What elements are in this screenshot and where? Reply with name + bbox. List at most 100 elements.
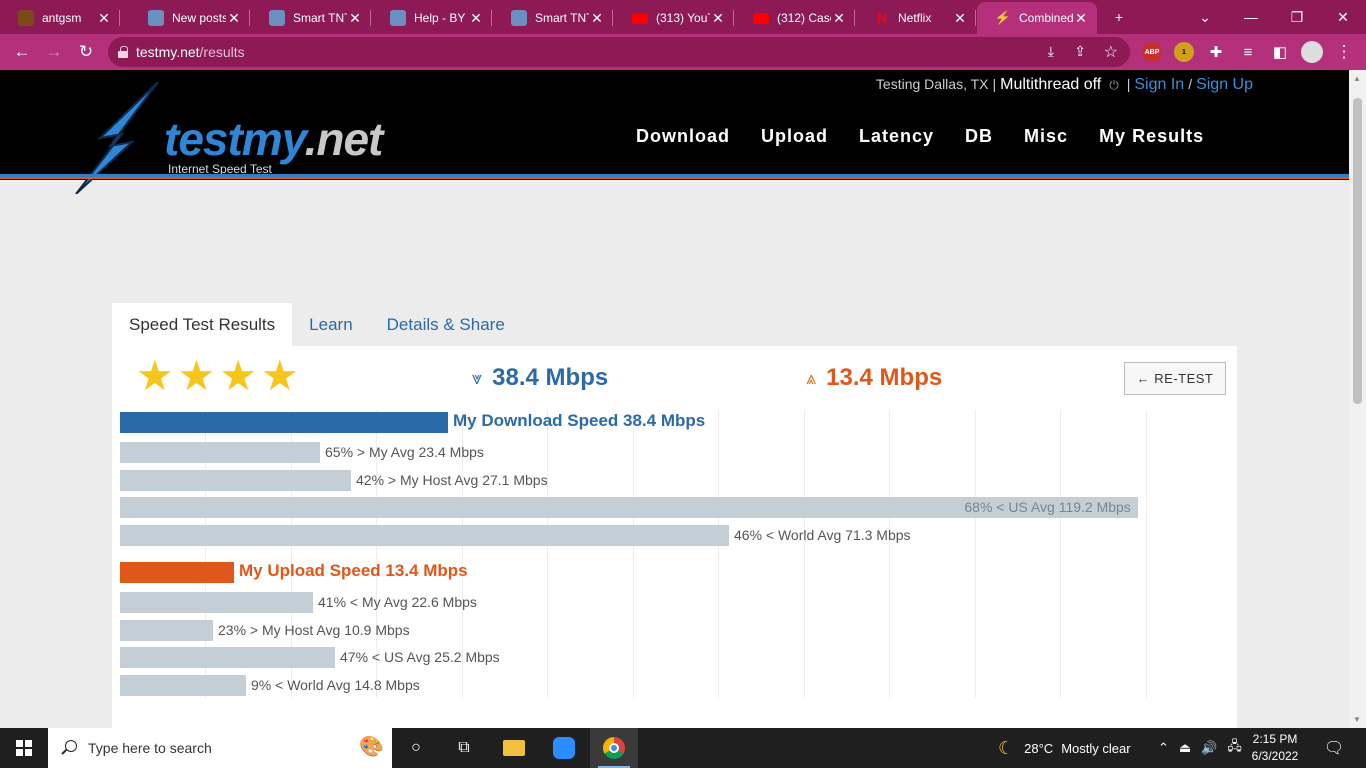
search-icon: [60, 739, 78, 757]
close-tab-icon[interactable]: ✕: [226, 10, 242, 27]
close-tab-icon[interactable]: ✕: [589, 10, 605, 27]
site-header: Testing Dallas, TX | Multithread off ⏻ |…: [0, 70, 1349, 194]
restore-button[interactable]: ❐: [1274, 0, 1320, 34]
upload-summary-value: 13.4 Mbps: [826, 364, 943, 391]
nav-db[interactable]: DB: [965, 126, 993, 147]
browser-tab[interactable]: Help - BY ✕: [372, 2, 492, 34]
speed-comparison-chart: My Download Speed 38.4 Mbps 65% > My Avg …: [120, 410, 1230, 702]
close-window-button[interactable]: ✕: [1320, 0, 1366, 34]
new-tab-button[interactable]: +: [1096, 0, 1142, 34]
side-panel-icon[interactable]: ◧: [1266, 38, 1294, 66]
topbar-separator: |: [1126, 76, 1131, 92]
forward-arrow-icon[interactable]: →: [40, 38, 68, 66]
close-tab-icon[interactable]: ✕: [96, 10, 112, 27]
taskbar-search[interactable]: Type here to search 🎨: [48, 728, 392, 768]
profile-avatar[interactable]: [1298, 38, 1326, 66]
browser-tab[interactable]: ⚡ Combined ✕: [977, 2, 1097, 34]
install-app-icon[interactable]: ⤓: [1048, 43, 1054, 60]
start-button[interactable]: [0, 728, 48, 768]
slash-separator: /: [1188, 76, 1193, 92]
notification-icon[interactable]: 🗨: [1310, 728, 1358, 768]
task-view-icon[interactable]: ⧉: [440, 728, 488, 768]
browser-tab[interactable]: N Netflix ✕: [856, 2, 976, 34]
upload-compare-bar: [120, 675, 246, 696]
weather-widget[interactable]: ☾ 28°C Mostly clear: [998, 728, 1131, 768]
upload-bar-label: 23% > My Host Avg 10.9 Mbps: [218, 622, 410, 638]
tab-learn[interactable]: Learn: [292, 303, 369, 347]
close-tab-icon[interactable]: ✕: [1073, 10, 1089, 27]
tab-search-icon[interactable]: ⌄: [1182, 0, 1228, 34]
adblock-plus-icon[interactable]: ABP: [1142, 42, 1162, 62]
lock-icon[interactable]: [118, 46, 128, 58]
chart-gridline: [1146, 410, 1147, 698]
close-tab-icon[interactable]: ✕: [952, 10, 968, 27]
back-arrow-icon[interactable]: ←: [8, 38, 36, 66]
usb-device-icon[interactable]: ⏏: [1179, 740, 1191, 756]
reload-icon[interactable]: ↻: [72, 38, 100, 66]
sign-up-link[interactable]: Sign Up: [1196, 76, 1253, 94]
browser-tab[interactable]: Smart TNT ✕: [493, 2, 613, 34]
power-icon[interactable]: ⏻: [1109, 78, 1119, 93]
retest-button[interactable]: ← RE-TEST: [1124, 362, 1226, 395]
windows-taskbar: Type here to search 🎨 ○ ⧉ ☾ 28°C Mostly …: [0, 728, 1366, 768]
download-chevron-icon: ⩔: [472, 367, 483, 388]
multithread-status[interactable]: Multithread off: [1000, 76, 1101, 94]
star-rating: ★ ★ ★ ★: [136, 354, 299, 398]
page-scrollbar[interactable]: ▲ ▼: [1349, 70, 1366, 728]
media-control-icon[interactable]: ≡: [1234, 38, 1262, 66]
chrome-app-icon[interactable]: [590, 728, 638, 768]
upload-chevron-icon: ⩓: [806, 367, 817, 388]
browser-tab[interactable]: Smart TNT ✕: [251, 2, 371, 34]
header-orange-stripe: [0, 177, 1349, 179]
nav-my-results[interactable]: My Results: [1099, 126, 1204, 147]
scroll-up-arrow-icon[interactable]: ▲: [1353, 74, 1361, 83]
download-compare-bar: [120, 470, 351, 491]
minimize-button[interactable]: —: [1228, 0, 1274, 34]
browser-tab-title: Help - BY: [414, 11, 466, 25]
download-main-bar: [120, 412, 448, 433]
browser-tab[interactable]: (313) YouT ✕: [614, 2, 734, 34]
scroll-down-arrow-icon[interactable]: ▼: [1353, 715, 1361, 724]
zoom-app-icon[interactable]: [540, 728, 588, 768]
results-panel: ★ ★ ★ ★ ⩔ 38.4 Mbps ⩓ 13.4 Mbps ← RE-TEST M…: [112, 346, 1237, 728]
upload-main-bar: [120, 562, 234, 583]
nav-download[interactable]: Download: [636, 126, 730, 147]
scrollbar-thumb[interactable]: [1353, 98, 1362, 404]
cortana-icon[interactable]: ○: [392, 728, 440, 768]
volume-icon[interactable]: 🔊: [1201, 740, 1217, 756]
chart-gridline: [718, 410, 719, 698]
tab-speed-test-results[interactable]: Speed Test Results: [112, 303, 293, 347]
address-bar[interactable]: testmy.net/results ⤓ ⇪ ☆: [108, 37, 1130, 67]
share-icon[interactable]: ⇪: [1074, 43, 1086, 60]
rating-star-icon: ★: [260, 352, 299, 399]
forum-favicon-icon: [390, 10, 406, 26]
close-tab-icon[interactable]: ✕: [710, 10, 726, 27]
browser-tab[interactable]: (312) Case ✕: [735, 2, 855, 34]
sign-in-link[interactable]: Sign In: [1134, 76, 1184, 94]
tab-details-share[interactable]: Details & Share: [370, 303, 522, 347]
nav-misc[interactable]: Misc: [1024, 126, 1068, 147]
windows-logo-icon: [16, 740, 32, 756]
network-icon[interactable]: 🖧: [1227, 737, 1242, 759]
extensions-puzzle-icon[interactable]: ✚: [1202, 38, 1230, 66]
browser-tab[interactable]: antgsm ✕: [0, 2, 120, 34]
close-tab-icon[interactable]: ✕: [347, 10, 363, 27]
close-tab-icon[interactable]: ✕: [468, 10, 484, 27]
nav-upload[interactable]: Upload: [761, 126, 828, 147]
bookmark-star-icon[interactable]: ☆: [1104, 42, 1118, 62]
file-explorer-icon[interactable]: [490, 728, 538, 768]
extension-badge-icon[interactable]: 1: [1174, 42, 1194, 62]
close-tab-icon[interactable]: ✕: [831, 10, 847, 27]
youtube-favicon-icon: [753, 12, 769, 24]
upload-compare-bar: [120, 647, 335, 668]
nav-latency[interactable]: Latency: [859, 126, 934, 147]
testing-location: Testing Dallas, TX: [875, 76, 989, 92]
browser-tab[interactable]: New posts ✕: [130, 2, 250, 34]
taskbar-clock[interactable]: 2:15 PM 6/3/2022: [1246, 731, 1304, 765]
netflix-favicon-icon: N: [876, 10, 888, 26]
upload-compare-bar: [120, 620, 213, 641]
menu-kebab-icon[interactable]: ⋮: [1330, 38, 1358, 66]
results-tabs: Speed Test Results Learn Details & Share: [112, 303, 522, 347]
chevron-up-icon[interactable]: ⌃: [1158, 740, 1169, 756]
search-highlight-icon[interactable]: 🎨: [359, 734, 384, 759]
